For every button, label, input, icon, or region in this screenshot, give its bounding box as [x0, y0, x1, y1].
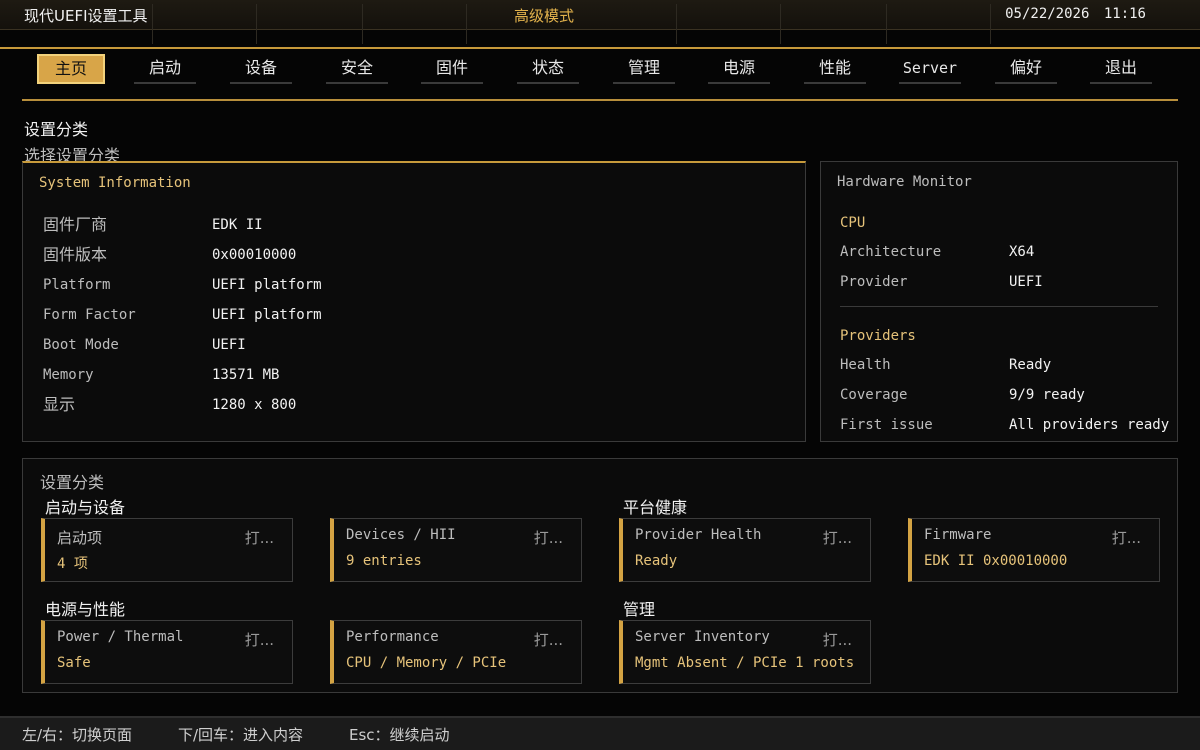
monitor-value: UEFI [1009, 274, 1043, 290]
card-title: Devices / HII [346, 527, 456, 543]
page-heading: 设置分类 选择设置分类 [24, 116, 120, 166]
hardware-monitor-panel: Hardware Monitor CPU Architecture X64 Pr… [820, 161, 1178, 442]
tab-security[interactable]: 安全 [326, 54, 388, 84]
tab-preferences[interactable]: 偏好 [995, 54, 1057, 84]
category-card-boot-items[interactable]: 启动项 打... 4 项 [41, 518, 293, 582]
open-action[interactable]: 打... [823, 527, 852, 548]
group-label-boot-devices: 启动与设备 [45, 498, 126, 517]
categories-title: 设置分类 [40, 473, 105, 492]
card-title: Power / Thermal [57, 629, 184, 645]
card-value: Mgmt Absent / PCIe 1 roots [635, 655, 855, 671]
open-action[interactable]: 打... [245, 527, 274, 548]
info-key: Form Factor [43, 307, 136, 323]
monitor-key: Provider [840, 274, 908, 290]
card-value: EDK II 0x00010000 [924, 553, 1068, 569]
tab-management[interactable]: 管理 [613, 54, 675, 84]
info-value: 1280 x 800 [212, 397, 297, 413]
card-title: 启动项 [57, 529, 103, 547]
key-hint-bar: 左/右：切换页面 下/回车：进入内容 Esc：继续启动 [0, 718, 1200, 750]
clock: 05/22/2026 11:16 [1005, 6, 1146, 22]
page-title: 设置分类 [24, 120, 89, 139]
providers-section-title: Providers [840, 328, 916, 344]
open-action[interactable]: 打... [534, 527, 563, 548]
info-key: 固件版本 [43, 245, 108, 264]
info-value: 0x00010000 [212, 247, 297, 263]
monitor-row: Coverage 9/9 ready [840, 384, 1170, 406]
monitor-key: Coverage [840, 387, 908, 403]
monitor-value: 9/9 ready [1009, 387, 1085, 403]
monitor-key: First issue [840, 417, 933, 433]
open-action[interactable]: 打... [823, 629, 852, 650]
group-label-management: 管理 [623, 600, 656, 619]
info-key: 固件厂商 [43, 215, 108, 234]
open-action[interactable]: 打... [1112, 527, 1141, 548]
info-value: UEFI [212, 337, 246, 353]
group-label-power-performance: 电源与性能 [45, 600, 126, 619]
tab-firmware[interactable]: 固件 [421, 54, 483, 84]
tab-boot[interactable]: 启动 [134, 54, 196, 84]
nav-divider [22, 99, 1178, 101]
info-key: Boot Mode [43, 337, 119, 353]
tab-devices[interactable]: 设备 [230, 54, 292, 84]
card-value: CPU / Memory / PCIe [346, 655, 507, 671]
category-card-provider-health[interactable]: Provider Health 打... Ready [619, 518, 871, 582]
monitor-value: Ready [1009, 357, 1052, 373]
category-card-devices-hii[interactable]: Devices / HII 打... 9 entries [330, 518, 582, 582]
monitor-key: Architecture [840, 244, 942, 260]
time-readout: 11:16 [1103, 6, 1146, 22]
category-card-firmware[interactable]: Firmware 打... EDK II 0x00010000 [908, 518, 1160, 582]
tab-server[interactable]: Server [899, 54, 961, 84]
title-bar: 现代UEFI设置工具 高级模式 05/22/2026 11:16 [0, 0, 1200, 44]
card-value: Ready [635, 553, 678, 569]
open-action[interactable]: 打... [534, 629, 563, 650]
hint-switch-page: 左/右：切换页面 [22, 726, 133, 744]
mode-indicator[interactable]: 高级模式 [0, 5, 1088, 26]
card-title: Firmware [924, 527, 992, 543]
card-title: Performance [346, 629, 439, 645]
info-value: 13571 MB [212, 367, 280, 383]
card-value: 4 项 [57, 556, 88, 572]
info-key: Memory [43, 367, 94, 383]
panel-title: System Information [39, 175, 191, 191]
cpu-section-title: CPU [840, 215, 866, 231]
hint-enter-content: 下/回车：进入内容 [178, 726, 304, 744]
card-value: Safe [57, 655, 91, 671]
info-value: EDK II [212, 217, 263, 233]
info-value: UEFI platform [212, 277, 322, 293]
monitor-row: Architecture X64 [840, 241, 1170, 263]
settings-categories-panel: 设置分类 启动与设备 启动项 打... 4 项 Devices / HII 打.… [22, 458, 1178, 693]
header-divider [0, 47, 1200, 49]
group-label-platform-health: 平台健康 [623, 498, 688, 517]
open-action[interactable]: 打... [245, 629, 274, 650]
tab-exit[interactable]: 退出 [1090, 54, 1152, 84]
info-key: Platform [43, 277, 111, 293]
category-card-power-thermal[interactable]: Power / Thermal 打... Safe [41, 620, 293, 684]
monitor-value: X64 [1009, 244, 1035, 260]
date-readout: 05/22/2026 [1005, 6, 1090, 22]
monitor-row: Health Ready [840, 354, 1170, 376]
card-title: Server Inventory [635, 629, 770, 645]
tab-home[interactable]: 主页 [37, 54, 105, 84]
info-value: UEFI platform [212, 307, 322, 323]
monitor-row: First issue All providers ready [840, 414, 1170, 436]
info-key: 显示 [43, 395, 76, 414]
panel-title: Hardware Monitor [837, 174, 972, 190]
monitor-value: All providers ready [1009, 417, 1170, 433]
tab-performance[interactable]: 性能 [804, 54, 866, 84]
category-card-performance[interactable]: Performance 打... CPU / Memory / PCIe [330, 620, 582, 684]
main-nav: 主页 启动 设备 安全 固件 状态 管理 电源 性能 Server 偏好 退出 [0, 52, 1200, 84]
card-title: Provider Health [635, 527, 762, 543]
category-card-server-inventory[interactable]: Server Inventory 打... Mgmt Absent / PCIe… [619, 620, 871, 684]
tab-power[interactable]: 电源 [708, 54, 770, 84]
monitor-key: Health [840, 357, 891, 373]
card-value: 9 entries [346, 553, 422, 569]
system-information-panel: System Information 固件厂商 EDK II 固件版本 0x00… [22, 161, 806, 442]
tab-status[interactable]: 状态 [517, 54, 579, 84]
monitor-row: Provider UEFI [840, 271, 1170, 293]
hint-continue-boot: Esc：继续启动 [349, 726, 450, 744]
section-divider [840, 306, 1158, 307]
